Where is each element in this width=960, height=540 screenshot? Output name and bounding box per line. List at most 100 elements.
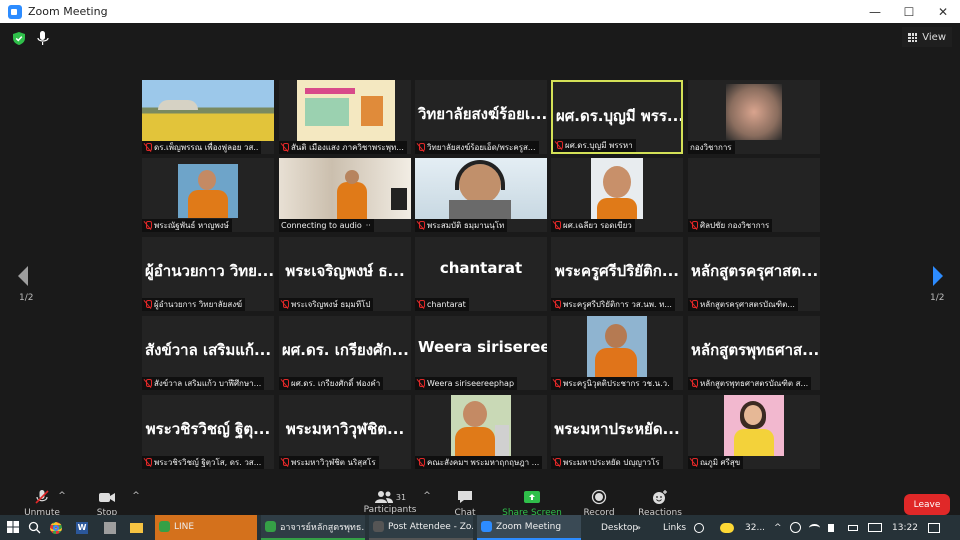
participant-name-tag: พระวชิรวิชญ์ ฐิตฺวโส, ดร. วส... (142, 456, 265, 469)
participant-tile[interactable]: พระเจริญพงษ์ ธ... พระเจริญพงษ์ ธมฺมทีโป (279, 237, 411, 311)
keyboard-icon[interactable] (868, 515, 882, 540)
participant-tile[interactable]: Connecting to audio ·· (279, 158, 411, 232)
participant-tile[interactable]: พระมหาวิวุฬชิต... พระมหาวิวุฬชิต นริสฺสโร (279, 395, 411, 469)
record-button[interactable]: Record (578, 489, 620, 518)
unmute-button[interactable]: Unmute (22, 489, 62, 518)
volume-icon[interactable] (828, 515, 834, 540)
participant-tile[interactable]: พระมหาประหยัด... พระมหาประหยัด ปญฺญาวโร (551, 395, 683, 469)
participant-tile[interactable]: ผศ.ดร. เกรียงศัก... ผศ.ดร. เกรียงศักดิ์ ฟ… (279, 316, 411, 390)
previous-page-arrow-icon[interactable] (16, 265, 30, 287)
desktop-toolbar-label[interactable]: Desktop (601, 515, 638, 540)
participant-tile[interactable]: ผศ.ดร.บุญมี พรร... ผศ.ดร.บุญมี พรรหา (551, 80, 683, 154)
record-icon (591, 489, 607, 505)
participant-tile[interactable]: พระณัฐพันธ์ หาญพงษ์ (142, 158, 274, 232)
muted-mic-icon (553, 458, 561, 467)
participant-name: Weera siriseereephap (427, 379, 515, 388)
people-icon[interactable] (694, 515, 704, 540)
muted-mic-icon (144, 221, 152, 230)
tray-chevron-icon[interactable]: ^ (774, 515, 782, 540)
participant-tile[interactable]: Weera siriseree... Weera siriseereephap (415, 316, 547, 390)
taskbar-app-button[interactable]: Zoom Meeting (477, 515, 581, 540)
participant-name: กองวิชาการ (690, 143, 732, 152)
desktop-chevron-icon[interactable]: » (636, 515, 641, 540)
participant-tile[interactable]: คณะสังคมฯ พระมหาฤกฤษฎา ... (415, 395, 547, 469)
weather-temperature[interactable]: 32... (745, 515, 765, 540)
network-icon[interactable] (809, 515, 820, 540)
participant-tile[interactable]: หลักสูตรครุศาสต... หลักสูตรครุศาสตรบัณฑิต… (688, 237, 820, 311)
participant-tile[interactable]: หลักสูตรพุทธศาส... หลักสูตรพุทธศาสตรบัณฑิ… (688, 316, 820, 390)
participant-tile[interactable]: พระครูศรีปริยัติก... พระครูศรีปริยัติการ … (551, 237, 683, 311)
taskbar-app-button[interactable]: LINE (155, 515, 257, 540)
tray-app-icon[interactable] (790, 515, 801, 540)
battery-icon[interactable] (848, 515, 858, 540)
windows-start-icon[interactable] (7, 521, 19, 533)
share-screen-icon (524, 491, 540, 503)
participant-tile[interactable]: ผศ.เฉลียว รอดเขียว (551, 158, 683, 232)
muted-mic-icon (553, 300, 561, 309)
participant-tile[interactable]: สันติ เมืองแสง ภาควิชาพระพุท... (279, 80, 411, 154)
participant-tile[interactable]: สังข์วาล เสริมแก้... สังข์วาล เสริมแก้ว บ… (142, 316, 274, 390)
folder-icon[interactable] (130, 515, 143, 540)
share-screen-button[interactable]: Share Screen (500, 489, 564, 518)
muted-mic-icon (144, 300, 152, 309)
participant-name: พระมหาประหยัด ปญฺญาวโร (563, 458, 660, 467)
search-icon[interactable] (28, 521, 41, 534)
chat-button[interactable]: Chat (444, 489, 486, 518)
participant-tile[interactable]: พระสมบัติ ธมฺมานนฺโท (415, 158, 547, 232)
participants-options-caret[interactable]: ^ (422, 491, 432, 501)
taskbar-app-label: LINE (174, 521, 195, 532)
taskbar-app-button[interactable]: Post Attendee - Zo... (369, 515, 473, 540)
view-button[interactable]: View (902, 27, 952, 47)
participant-name-tag: กองวิชาการ (688, 141, 735, 154)
participant-name-tag: ผศ.เฉลียว รอดเขียว (551, 219, 635, 232)
participant-name: ผศ.ดร. เกรียงศักดิ์ ฟองคำ (291, 379, 381, 388)
participant-name: ณภูมิ ศรีสุข (700, 458, 741, 467)
notifications-icon[interactable] (928, 515, 940, 540)
leave-button[interactable]: Leave (904, 494, 950, 515)
participant-tile[interactable]: ดร.เพ็ญพรรณ เพื่องฟูลอย วส.. (142, 80, 274, 154)
participant-tile[interactable]: พระวชิรวิชญ์ ฐิตุ... พระวชิรวิชญ์ ฐิตฺวโส… (142, 395, 274, 469)
word-icon[interactable]: W (76, 515, 88, 540)
reactions-button[interactable]: Reactions (634, 489, 686, 518)
video-options-caret[interactable]: ^ (131, 491, 141, 501)
close-button[interactable]: ✕ (926, 0, 960, 23)
participants-button[interactable]: 31 Participants (360, 489, 420, 515)
participant-name: คณะสังคมฯ พระมหาฤกฤษฎา ... (427, 458, 540, 467)
participant-tile[interactable]: พระครูนิวุตติประชากร วช.น.ว. (551, 316, 683, 390)
app-icon (265, 521, 276, 532)
taskbar-app-button[interactable]: อาจารย์หลักสูตรพุทธ... (261, 515, 365, 540)
participant-display-name: สังข์วาล เสริมแก้... (145, 341, 272, 359)
maximize-button[interactable]: ☐ (892, 0, 926, 23)
app-icon (481, 521, 492, 532)
muted-mic-icon (144, 143, 152, 152)
participant-tile[interactable]: กองวิชาการ (688, 80, 820, 154)
files-icon[interactable] (104, 515, 116, 540)
participant-tile[interactable]: ณภูมิ ศรีสุข (688, 395, 820, 469)
participant-display-name: พระมหาวิวุฬชิต... (285, 420, 405, 438)
participant-tile[interactable]: ศิลปชัย กองวิชาการ (688, 158, 820, 232)
participant-name-tag: พระสมบัติ ธมฺมานนฺโท (415, 219, 508, 232)
minimize-button[interactable]: — (858, 0, 892, 23)
participant-name: สันติ เมืองแสง ภาควิชาพระพุท... (291, 143, 404, 152)
chrome-icon[interactable] (50, 515, 62, 540)
page-indicator-right: 1/2 (930, 293, 945, 303)
participant-name: หลักสูตรครุศาสตรบัณฑิต... (700, 300, 795, 309)
participant-name: พระสมบัติ ธมฺมานนฺโท (427, 221, 505, 230)
muted-mic-icon (553, 379, 561, 388)
weather-icon[interactable] (720, 515, 734, 540)
participant-tile[interactable]: ผู้อำนวยกาว วิทย... ผู้อำนวยการ วิทยาลัยส… (142, 237, 274, 311)
muted-mic-icon (555, 141, 563, 150)
next-page-arrow-icon[interactable] (931, 265, 945, 287)
audio-status-icon[interactable] (36, 30, 50, 46)
participant-display-name: หลักสูตรครุศาสต... (691, 262, 819, 280)
muted-mic-icon (417, 221, 425, 230)
participant-tile[interactable]: วิทยาลัยสงฆ์ร้อยเ... วิทยาลัยสงฆ์ร้อยเอ็ด… (415, 80, 547, 154)
participant-tile[interactable]: chantarat chantarat (415, 237, 547, 311)
participant-name: พระครูศรีปริยัติการ วส.นพ. ท... (563, 300, 672, 309)
clock-time[interactable]: 13:22 (892, 515, 918, 540)
meeting-toolbar: Unmute ^ Stop Video ^ 31 Participants ^ … (0, 485, 960, 528)
participant-display-name: ผู้อำนวยกาว วิทย... (145, 262, 274, 280)
security-shield-icon[interactable] (13, 32, 25, 45)
links-toolbar-label[interactable]: Links (663, 515, 686, 540)
audio-options-caret[interactable]: ^ (57, 491, 67, 501)
